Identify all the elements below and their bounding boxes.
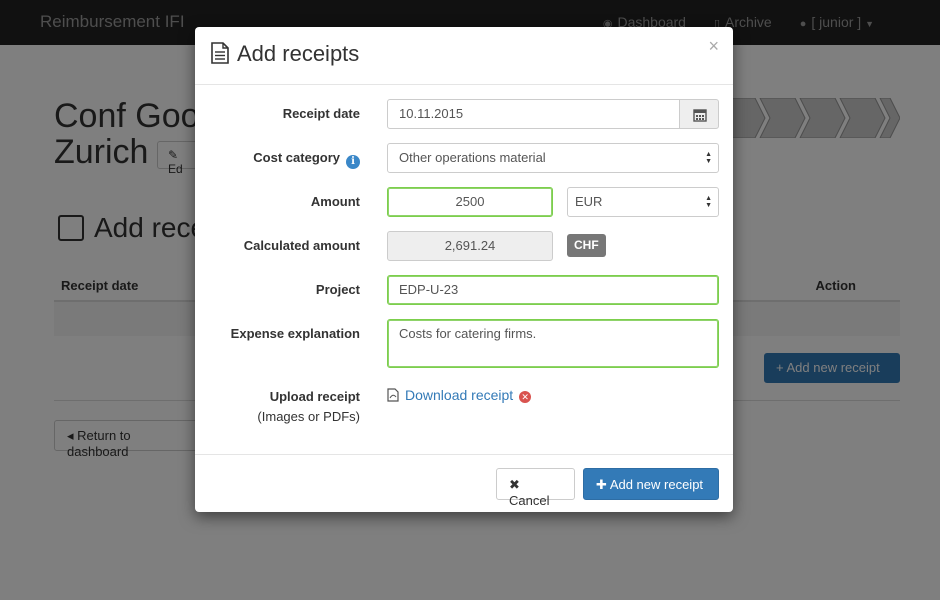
currency-value: EUR — [575, 194, 603, 209]
info-icon[interactable]: i — [346, 155, 360, 169]
download-receipt-link[interactable]: Download receipt ✕ — [387, 387, 532, 405]
cancel-button-label: Cancel — [509, 493, 550, 508]
add-receipts-modal: Add receipts × Receipt date 10.11.2015 C… — [195, 27, 733, 512]
download-receipt-label: Download receipt — [405, 387, 514, 403]
currency-badge: CHF — [567, 234, 606, 257]
add-new-receipt-button[interactable]: ✚ Add new receipt — [583, 468, 719, 500]
project-label: Project — [315, 282, 360, 297]
cost-category-label: Cost category i — [253, 150, 360, 169]
add-button-label: Add new receipt — [609, 477, 704, 492]
cost-category-label-text: Cost category — [253, 150, 340, 165]
amount-label: Amount — [310, 194, 360, 209]
amount-input[interactable]: 2500 — [387, 187, 553, 217]
cost-category-select[interactable]: Other operations material ▲ ▼ — [387, 143, 719, 173]
select-arrows-icon: ▲ ▼ — [705, 151, 712, 165]
plus-icon: ✚ — [596, 477, 607, 492]
select-arrows-icon: ▲ ▼ — [705, 195, 712, 209]
upload-receipt-label: Upload receipt — [269, 389, 360, 404]
receipt-date-input[interactable]: 10.11.2015 — [387, 99, 680, 129]
calendar-icon — [693, 109, 707, 122]
cost-category-value: Other operations material — [399, 150, 546, 165]
calculated-amount-field: 2,691.24 — [387, 231, 553, 261]
currency-select[interactable]: EUR ▲ ▼ — [567, 187, 719, 217]
close-icon: ✖ — [509, 477, 520, 492]
calendar-button[interactable] — [679, 99, 719, 129]
modal-footer: ✖ Cancel ✚ Add new receipt — [195, 454, 733, 512]
modal-title: Add receipts — [211, 41, 359, 70]
modal-header: Add receipts × — [195, 27, 733, 85]
project-input[interactable]: EDP-U-23 — [387, 275, 719, 305]
upload-receipt-sublabel: (Images or PDFs) — [257, 409, 360, 424]
file-text-icon — [211, 42, 229, 70]
remove-icon[interactable]: ✕ — [519, 391, 532, 403]
calculated-amount-label: Calculated amount — [243, 238, 360, 253]
receipt-date-label: Receipt date — [282, 106, 360, 121]
cancel-button[interactable]: ✖ Cancel — [496, 468, 575, 508]
expense-explanation-label: Expense explanation — [230, 326, 360, 341]
pdf-file-icon — [387, 388, 399, 405]
close-icon[interactable]: × — [708, 36, 719, 57]
expense-explanation-textarea[interactable]: Costs for catering firms. — [387, 319, 719, 368]
modal-title-label: Add receipts — [237, 41, 360, 66]
